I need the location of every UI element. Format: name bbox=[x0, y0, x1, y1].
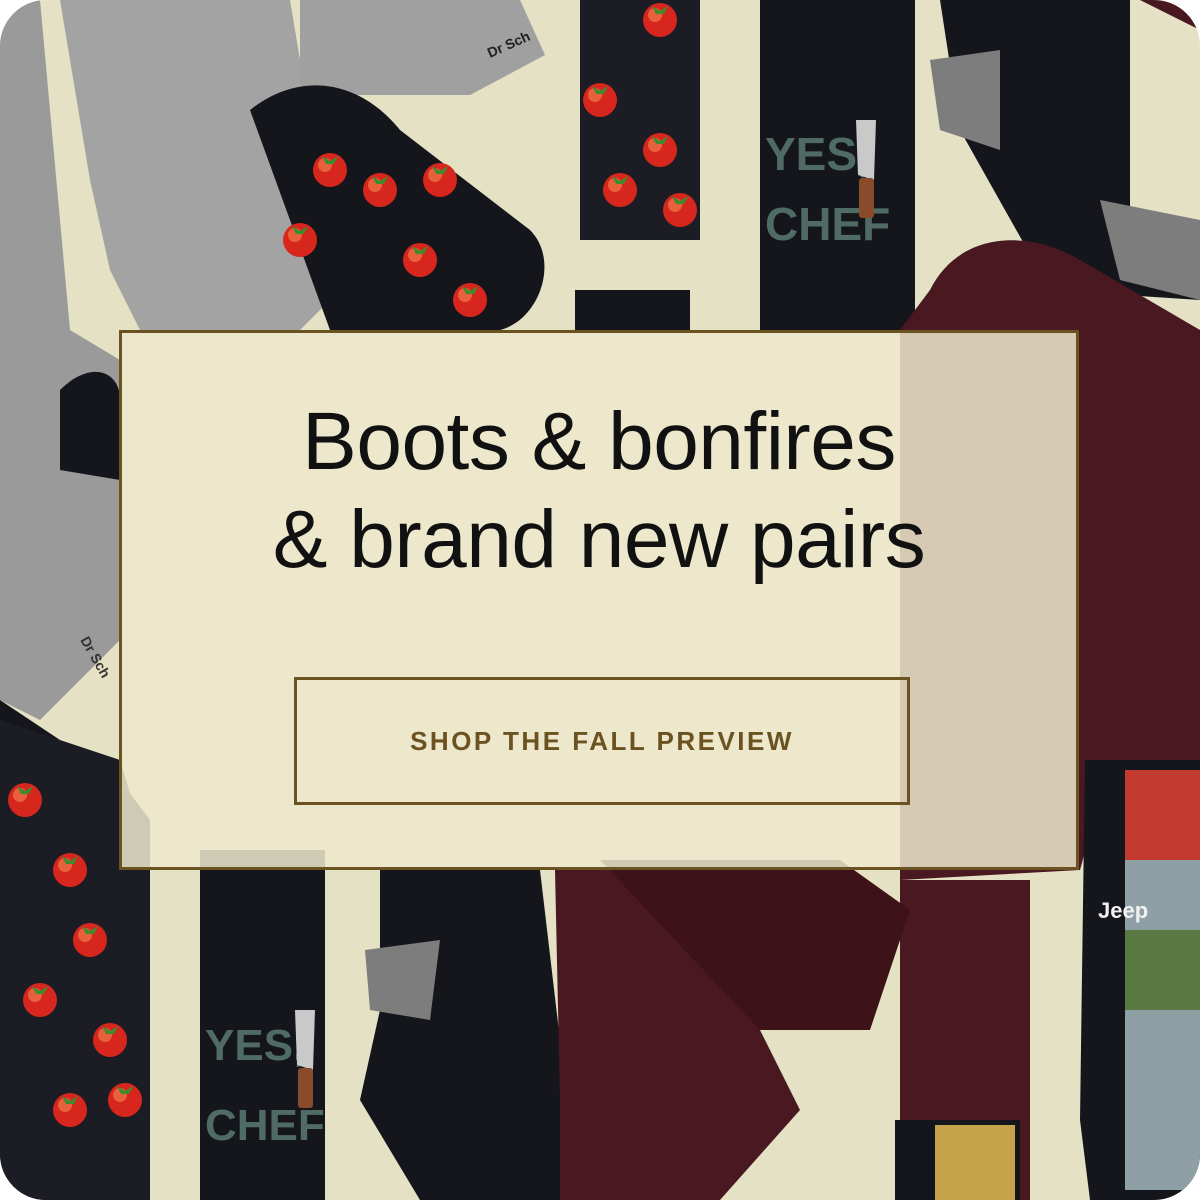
headline-line-2: & brand new pairs bbox=[272, 494, 926, 585]
promo-banner: Dr Sch Dr Sch YES, CHEF YES, CHEF Jeep B… bbox=[0, 0, 1200, 1200]
svg-text:Jeep: Jeep bbox=[1098, 898, 1148, 923]
svg-text:CHEF: CHEF bbox=[205, 1101, 325, 1150]
promo-headline: Boots & bonfires & brand new pairs bbox=[122, 393, 1076, 589]
svg-text:YES,: YES, bbox=[765, 128, 870, 180]
svg-text:YES,: YES, bbox=[205, 1021, 305, 1070]
promo-panel: Boots & bonfires & brand new pairs SHOP … bbox=[119, 330, 1079, 870]
shop-fall-preview-button[interactable]: SHOP THE FALL PREVIEW bbox=[294, 677, 910, 805]
headline-line-1: Boots & bonfires bbox=[302, 396, 896, 487]
